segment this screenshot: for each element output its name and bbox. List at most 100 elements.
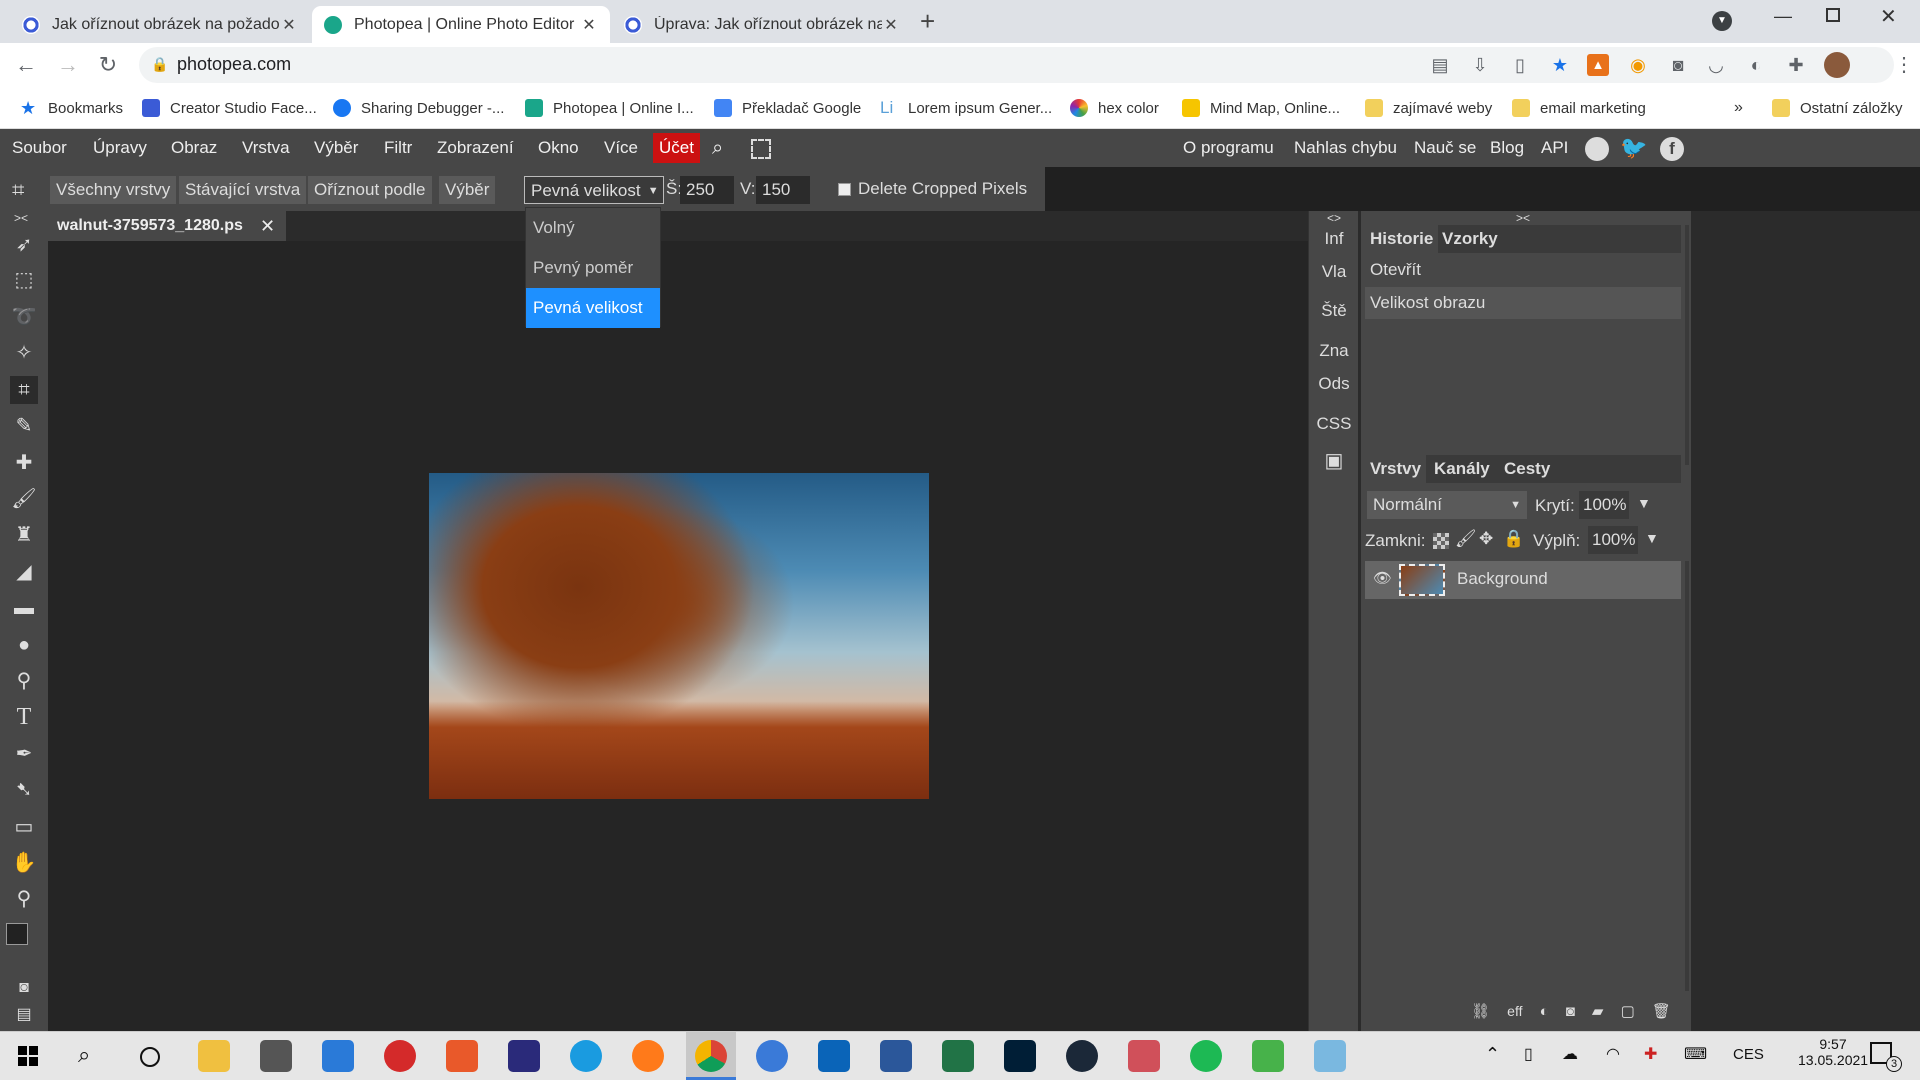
fill-arrow-icon[interactable]: ▼ (1645, 530, 1659, 546)
extension-chart-icon[interactable]: ▲ (1587, 54, 1609, 76)
creative-cloud-icon[interactable] (384, 1040, 416, 1072)
fill-input[interactable]: 100% (1588, 526, 1638, 554)
search-icon[interactable]: ⌕ (712, 129, 723, 167)
close-window-icon[interactable]: ✕ (1880, 4, 1897, 29)
hand-tool-icon[interactable]: ✋ (10, 849, 38, 877)
firefox-icon[interactable] (632, 1040, 664, 1072)
panel-paragraph-button[interactable]: Ods (1309, 374, 1359, 394)
file-explorer-icon[interactable] (198, 1040, 230, 1072)
tab-history[interactable]: Historie (1365, 225, 1439, 253)
height-input[interactable]: 150 (756, 176, 810, 204)
tab-2-active[interactable]: Photopea | Online Photo Editor ✕ (312, 6, 610, 43)
collapse-panels-icon[interactable]: >< (1516, 211, 1530, 225)
delete-layer-icon[interactable]: 🗑 (1652, 1002, 1671, 1020)
all-layers-button[interactable]: Všechny vrstvy (50, 176, 177, 204)
bookmark-item[interactable]: ★ Bookmarks (20, 87, 123, 129)
link-layers-icon[interactable]: ⛓ (1471, 1002, 1490, 1020)
lock-all-icon[interactable]: 🔒 (1503, 529, 1524, 549)
dropdown-option-pevny-pomer[interactable]: Pevný poměr (526, 248, 660, 288)
selection-button[interactable]: Výběr (439, 176, 496, 204)
menu-vice[interactable]: Více (604, 129, 638, 167)
app-orange-icon[interactable] (446, 1040, 478, 1072)
tab-1[interactable]: Jak oříznout obrázek na požadov ✕ (10, 6, 310, 43)
bookmark-item[interactable]: Creator Studio Face... (142, 87, 317, 129)
layers-scrollbar[interactable] (1685, 561, 1689, 991)
gradient-tool-icon[interactable]: ▬ (10, 594, 38, 622)
page-icon[interactable]: ▯ (1509, 54, 1531, 76)
onedrive-icon[interactable]: ☁ (1562, 1044, 1578, 1064)
history-scrollbar[interactable] (1685, 225, 1689, 465)
tab-layers[interactable]: Vrstvy (1365, 455, 1427, 483)
language-indicator[interactable]: CES (1733, 1046, 1764, 1063)
blend-mode-select[interactable]: Normální ▼ (1367, 491, 1527, 519)
mail-icon[interactable] (756, 1040, 788, 1072)
close-document-icon[interactable]: ✕ (260, 216, 275, 237)
tab-paths[interactable]: Cesty (1499, 455, 1555, 483)
opacity-input[interactable]: 100% (1579, 491, 1629, 519)
install-icon[interactable]: ⇩ (1469, 54, 1491, 76)
tray-device-icon[interactable]: ▯ (1524, 1044, 1533, 1064)
outlook-icon[interactable] (818, 1040, 850, 1072)
tab-3[interactable]: Úprava: Jak oříznout obrázek na ✕ (612, 6, 912, 43)
screen-mode-icon[interactable]: ▤ (10, 1001, 38, 1029)
layer-mask-icon[interactable]: ◙ (1566, 1003, 1575, 1020)
menu-learn[interactable]: Nauč se (1414, 129, 1476, 167)
visibility-eye-icon[interactable]: 👁 (1373, 569, 1392, 587)
brush-tool-icon[interactable]: 🖌 (10, 485, 38, 513)
bookmark-folder[interactable]: zajímavé weby (1365, 87, 1492, 129)
tab-search-icon[interactable]: ▼ (1712, 11, 1732, 31)
adjustment-layer-icon[interactable]: ◐ (1540, 1003, 1549, 1020)
eraser-tool-icon[interactable]: ◢ (10, 558, 38, 586)
effects-icon[interactable]: eff (1507, 1003, 1522, 1019)
zoom-tool-icon[interactable]: ⚲ (10, 885, 38, 913)
marquee-tool-icon[interactable]: ⬚ (10, 266, 38, 294)
tab-swatches[interactable]: Vzorky (1437, 225, 1503, 253)
eyedropper-tool-icon[interactable]: ✎ (10, 412, 38, 440)
collapse-toolbar-icon[interactable]: >< (14, 211, 28, 225)
new-layer-icon[interactable]: ▢ (1621, 1002, 1635, 1020)
photoshop-icon[interactable] (1004, 1040, 1036, 1072)
word-icon[interactable] (880, 1040, 912, 1072)
menu-vrstva[interactable]: Vrstva (242, 129, 290, 167)
back-icon[interactable]: ← (12, 51, 40, 79)
bookmark-folder[interactable]: Ostatní záložky (1772, 87, 1903, 129)
menu-upravy[interactable]: Úpravy (93, 129, 147, 167)
edge-icon[interactable] (570, 1040, 602, 1072)
healing-tool-icon[interactable]: ✚ (10, 449, 38, 477)
quick-mask-icon[interactable]: ◙ (10, 974, 38, 1002)
new-group-folder-icon[interactable]: ▰ (1592, 1002, 1604, 1020)
wifi-icon[interactable]: ◠ (1606, 1044, 1620, 1064)
rss-icon[interactable]: ◉ (1627, 54, 1649, 76)
facebook-icon[interactable]: f (1660, 137, 1684, 161)
menu-about[interactable]: O programu (1183, 129, 1274, 167)
adobe-rush-icon[interactable] (508, 1040, 540, 1072)
bookmark-item[interactable]: Mind Map, Online... (1182, 87, 1340, 129)
panel-brushes-button[interactable]: Ště (1309, 301, 1359, 321)
dodge-tool-icon[interactable]: ⚲ (10, 667, 38, 695)
panel-characters-button[interactable]: Zna (1309, 341, 1359, 361)
forward-icon[interactable]: → (54, 51, 82, 79)
crop-tool-icon[interactable]: ⌗ (10, 376, 38, 404)
lock-transparency-icon[interactable] (1433, 533, 1449, 549)
delete-cropped-checkbox[interactable] (838, 183, 851, 196)
reload-icon[interactable]: ↻ (94, 51, 122, 79)
excel-icon[interactable] (942, 1040, 974, 1072)
camtasia-icon[interactable] (1252, 1040, 1284, 1072)
menu-soubor[interactable]: Soubor (12, 129, 67, 167)
panel-properties-button[interactable]: Vla (1309, 262, 1359, 282)
walnut-tree-photo[interactable] (429, 473, 929, 799)
cortana-icon[interactable] (140, 1047, 160, 1067)
layer-row[interactable]: 👁 Background (1365, 561, 1681, 599)
omnibox[interactable]: 🔒 photopea.com ▤ ⇩ ▯ ★ ▲ ◉ ◙ ◡ ◐ ✚ (139, 47, 1894, 83)
close-tab-icon[interactable]: ✕ (580, 15, 598, 35)
clock[interactable]: 9:57 13.05.2021 (1798, 1036, 1868, 1068)
document-tab[interactable]: walnut-3759573_1280.ps ✕ (48, 211, 286, 241)
reddit-icon[interactable] (1585, 137, 1609, 161)
panel-info-button[interactable]: Inf (1309, 229, 1359, 249)
expand-panels-icon[interactable]: <> (1309, 211, 1359, 225)
lock-brush-icon[interactable]: 🖌 (1455, 529, 1477, 549)
menu-ucet[interactable]: Účet (653, 133, 700, 163)
path-select-tool-icon[interactable]: ➷ (10, 776, 38, 804)
tray-chevron-icon[interactable]: ⌃ (1485, 1044, 1500, 1065)
search-icon[interactable]: ⌕ (78, 1042, 90, 1068)
